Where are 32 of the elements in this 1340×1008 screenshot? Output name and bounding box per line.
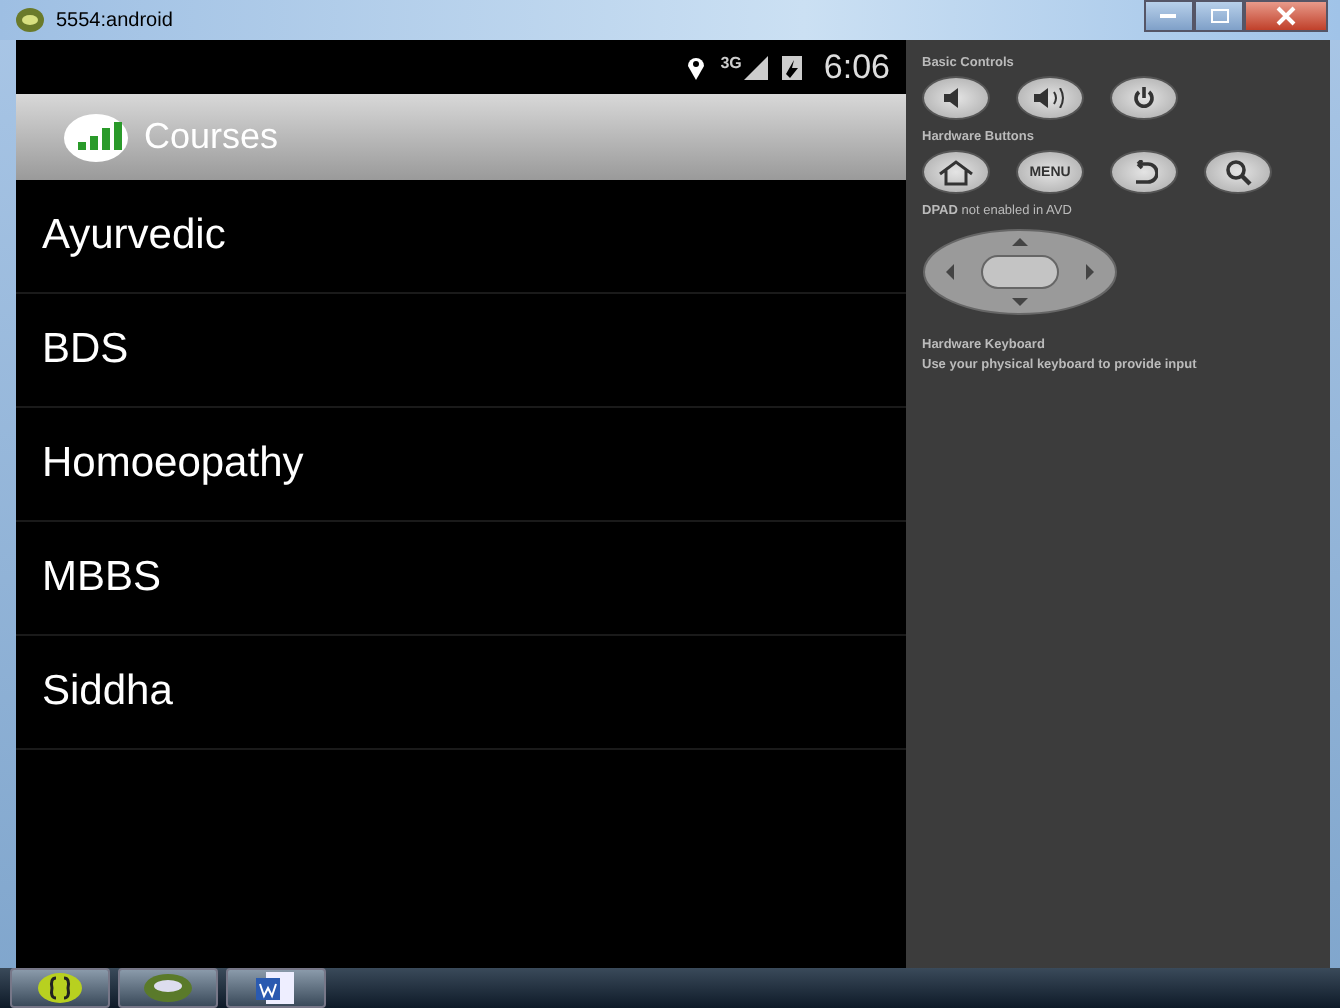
app-title: Courses: [144, 116, 279, 158]
close-button[interactable]: [1244, 0, 1328, 32]
clock: 6:06: [823, 47, 890, 87]
taskbar-app-icon[interactable]: [118, 968, 218, 1008]
minimize-icon: [1159, 12, 1179, 20]
window-title: 5554:android: [56, 9, 173, 31]
back-icon: [1130, 159, 1158, 185]
signal-icon: [743, 55, 768, 79]
document-icon: [254, 970, 298, 1006]
volume-up-button[interactable]: [1016, 76, 1084, 120]
taskbar-document-icon[interactable]: [226, 968, 326, 1008]
search-button[interactable]: [1204, 150, 1272, 194]
minimize-button[interactable]: [1144, 0, 1194, 32]
close-icon: [1276, 6, 1296, 26]
back-button[interactable]: [1110, 150, 1178, 194]
search-icon: [1224, 158, 1252, 186]
android-icon: [16, 8, 44, 32]
power-icon: [1132, 86, 1156, 110]
volume-down-button[interactable]: [922, 76, 990, 120]
maximize-icon: [1209, 8, 1229, 24]
network-type: 3G: [720, 54, 742, 72]
bar-chart-icon: [64, 113, 128, 161]
home-button[interactable]: [922, 150, 990, 194]
location-pin-icon: [686, 54, 707, 80]
oval-icon: [142, 972, 194, 1004]
braces-icon: [36, 972, 84, 1004]
power-button[interactable]: [1110, 76, 1178, 120]
taskbar-app-icon[interactable]: [10, 968, 110, 1008]
volume-up-icon: [1032, 88, 1068, 108]
battery-icon: [781, 54, 802, 80]
maximize-button[interactable]: [1194, 0, 1244, 32]
home-icon: [938, 159, 974, 185]
